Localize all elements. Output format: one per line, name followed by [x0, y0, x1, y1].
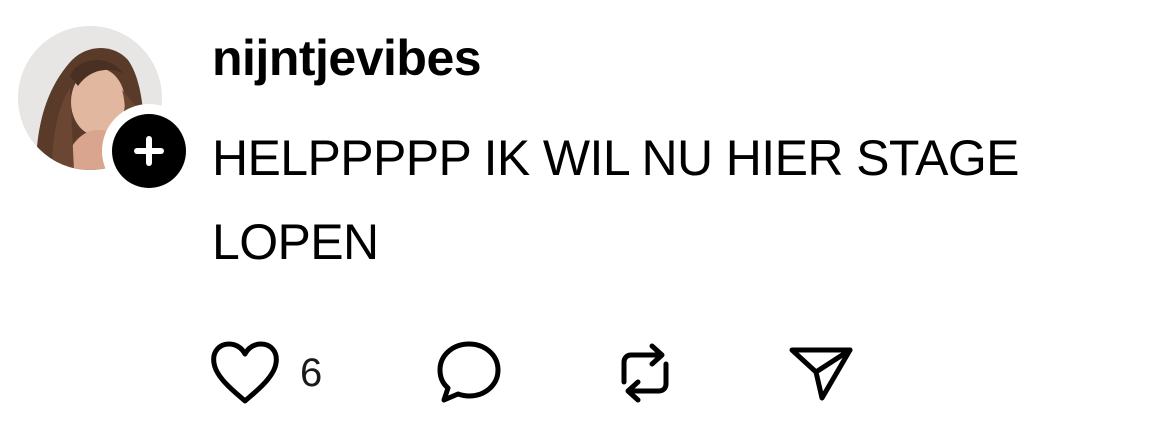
action-bar: 6: [210, 338, 910, 408]
repost-icon: [621, 343, 669, 403]
plus-icon: [134, 136, 164, 166]
thread-post: nijntjevibes HELPPPPP IK WIL NU HIER STA…: [0, 0, 1154, 432]
comment-button[interactable]: [434, 338, 504, 408]
follow-button[interactable]: [102, 104, 196, 198]
follow-badge: [112, 114, 186, 188]
avatar-container[interactable]: [18, 26, 196, 198]
heart-icon: [211, 341, 279, 404]
repost-button[interactable]: [610, 338, 680, 408]
send-icon: [789, 347, 853, 401]
speech-bubble-icon: [437, 341, 501, 403]
post-text: HELPPPPP IK WIL NU HIER STAGE LOPEN: [212, 130, 1020, 270]
like-count: 6: [300, 351, 323, 395]
username[interactable]: nijntjevibes: [212, 28, 482, 88]
like-button[interactable]: 6: [210, 338, 322, 408]
share-button[interactable]: [786, 338, 856, 408]
